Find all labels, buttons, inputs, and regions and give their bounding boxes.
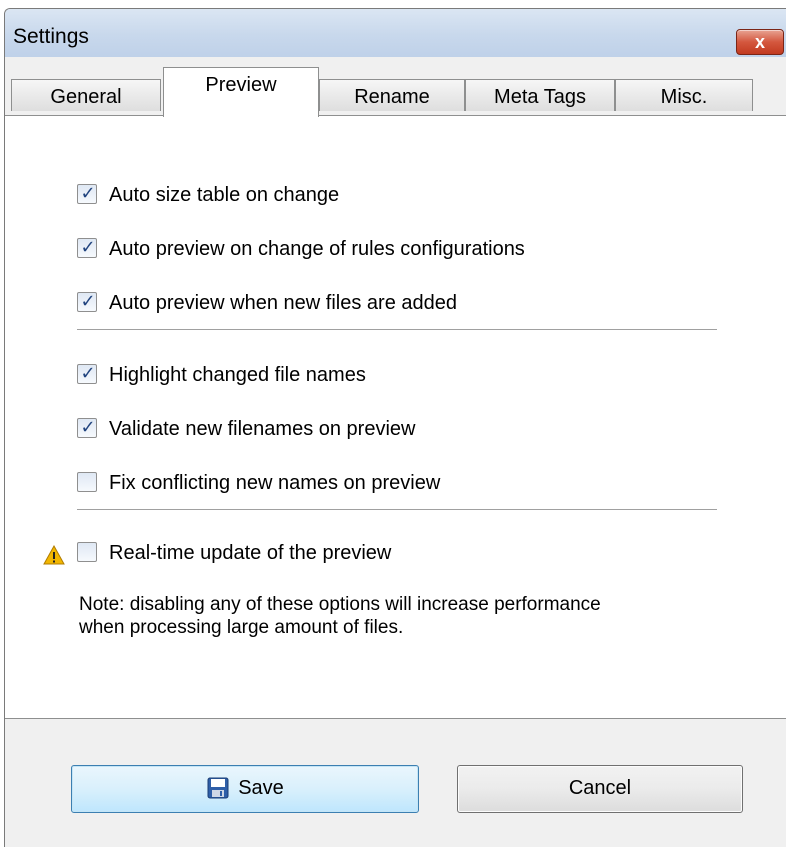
option-label: Highlight changed file names (109, 364, 366, 386)
option-label: Fix conflicting new names on preview (109, 472, 441, 494)
checkmark-icon: ✓ (80, 417, 96, 437)
note-line-2: when processing large amount of files. (79, 617, 404, 638)
window-title: Settings (13, 25, 89, 48)
tab-general[interactable]: General (11, 79, 161, 111)
auto-size-table-checkbox[interactable]: ✓ (77, 183, 97, 204)
highlight-changed-checkbox[interactable]: ✓ (77, 363, 97, 384)
auto-preview-new-files-checkbox[interactable]: ✓ (77, 291, 97, 312)
separator (77, 329, 717, 330)
option-label: Auto size table on change (109, 184, 340, 206)
cancel-button-label: Cancel (568, 777, 632, 799)
checkmark-icon: ✓ (80, 237, 96, 257)
fix-conflicting-checkbox[interactable] (77, 472, 97, 492)
tab-label: Preview (205, 74, 277, 96)
save-button[interactable]: Save (71, 765, 419, 813)
option-label: Real-time update of the preview (109, 542, 392, 564)
warning-icon (43, 545, 65, 565)
validate-filenames-checkbox[interactable]: ✓ (77, 417, 97, 438)
option-label: Auto preview when new files are added (109, 292, 457, 314)
tab-strip: General Preview Rename Meta Tags Misc. (5, 57, 786, 119)
checkmark-icon: ✓ (80, 363, 96, 383)
close-icon: x (754, 32, 765, 52)
tab-label: Misc. (660, 86, 708, 108)
close-button[interactable]: x (736, 29, 784, 55)
tab-label: Meta Tags (494, 86, 586, 108)
cancel-button[interactable]: Cancel (457, 765, 743, 813)
tab-meta-tags[interactable]: Meta Tags (465, 79, 615, 111)
realtime-update-checkbox[interactable] (77, 542, 97, 562)
settings-window: Settings x General Preview Rename Meta T… (4, 8, 786, 847)
tab-preview[interactable]: Preview (163, 67, 319, 117)
option-label: Validate new filenames on preview (109, 418, 416, 440)
tab-misc[interactable]: Misc. (615, 79, 753, 111)
floppy-disk-icon (207, 777, 229, 799)
checkmark-icon: ✓ (80, 183, 96, 203)
option-label: Auto preview on change of rules configur… (109, 238, 525, 260)
separator (77, 509, 717, 510)
tab-label: Rename (354, 86, 430, 108)
auto-preview-rules-checkbox[interactable]: ✓ (77, 237, 97, 258)
tab-rename[interactable]: Rename (319, 79, 465, 111)
tab-label: General (50, 86, 122, 108)
title-bar[interactable]: Settings x (5, 9, 786, 57)
note-line-1: Note: disabling any of these options wil… (79, 594, 601, 615)
save-button-label: Save (238, 777, 284, 799)
checkmark-icon: ✓ (80, 291, 96, 311)
performance-note: Note: disabling any of these options wil… (79, 593, 749, 639)
